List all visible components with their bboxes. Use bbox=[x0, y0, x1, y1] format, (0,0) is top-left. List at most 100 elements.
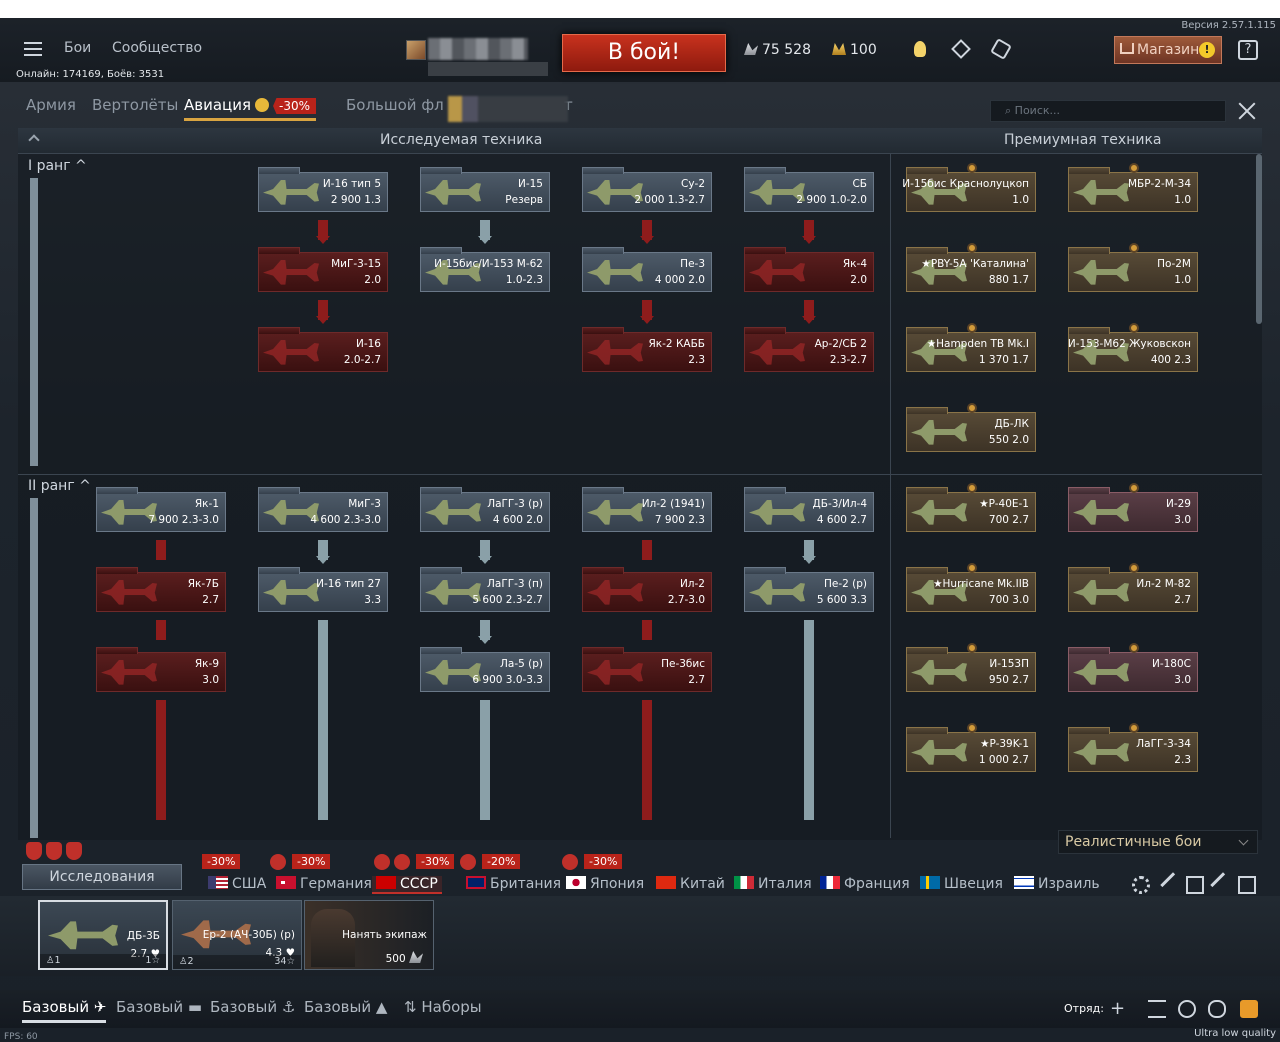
tab-helicopters[interactable]: Вертолёты bbox=[92, 96, 178, 114]
search-input[interactable]: ⌕ Поиск... bbox=[990, 100, 1226, 122]
vehicle-card[interactable]: ★P-39K-1 1 000 2.7 bbox=[906, 723, 1036, 772]
mail-icon[interactable] bbox=[1240, 1000, 1258, 1018]
nation-label: Италия bbox=[758, 876, 812, 892]
vehicle-card[interactable]: Пе-3 4 000 2.0 bbox=[582, 247, 712, 292]
nation-japan[interactable]: Япония bbox=[566, 876, 644, 892]
silver-balance[interactable]: 75 528 bbox=[744, 42, 811, 58]
vehicle-name: И-15бис/И-153 М-62 bbox=[434, 258, 543, 270]
vehicle-card[interactable]: Як-9 3.0 bbox=[96, 647, 226, 692]
close-icon[interactable] bbox=[1238, 102, 1256, 120]
vehicle-card[interactable]: Як-2 КАББ 2.3 bbox=[582, 327, 712, 372]
vehicle-card[interactable]: Як-7Б 2.7 bbox=[96, 567, 226, 612]
chat-icon[interactable] bbox=[1208, 1000, 1226, 1018]
tab-fleet[interactable]: Большой фл bbox=[346, 96, 444, 114]
vehicle-card[interactable]: Ил-2 М-82 2.7 bbox=[1068, 563, 1198, 612]
vehicle-card[interactable]: ★Hampden TB Mk.I 1 370 1.7 bbox=[906, 323, 1036, 372]
shop-button[interactable]: Магазин! bbox=[1114, 36, 1222, 64]
preset-ships[interactable]: Базовый ▲ bbox=[304, 998, 387, 1016]
vehicle-card[interactable]: И-15бис/И-153 М-62 1.0-2.3 bbox=[420, 247, 550, 292]
aircraft-icon bbox=[749, 580, 805, 605]
crew-slot[interactable]: ДБ-3Б 2.7 ♥ ♙1 1☆ bbox=[38, 900, 168, 970]
nation-britain[interactable]: Британия bbox=[466, 876, 561, 892]
rank-1-label[interactable]: I ранг ^ bbox=[28, 158, 87, 174]
booster-clock-icon[interactable] bbox=[26, 842, 42, 860]
vehicle-card[interactable]: Су-2 2 000 1.3-2.7 bbox=[582, 167, 712, 212]
vehicle-card[interactable]: ДБ-ЛК 550 2.0 bbox=[906, 403, 1036, 452]
nation-germany[interactable]: Германия bbox=[276, 876, 372, 892]
checkbox-all-icon[interactable] bbox=[1238, 876, 1256, 894]
rank-2-label[interactable]: II ранг ^ bbox=[28, 478, 91, 494]
hire-crew-slot[interactable]: Нанять экипаж 500 bbox=[304, 900, 434, 970]
avatar[interactable] bbox=[406, 40, 426, 60]
nation-france[interactable]: Франция bbox=[820, 876, 910, 892]
vehicle-card[interactable]: СБ 2 900 1.0-2.0 bbox=[744, 167, 874, 212]
tab-army[interactable]: Армия bbox=[26, 96, 76, 114]
nation-italy[interactable]: Италия bbox=[734, 876, 812, 892]
vehicle-card[interactable]: ★Hurricane Mk.IIB 700 3.0 bbox=[906, 563, 1036, 612]
vehicle-card[interactable]: Пе-2 (р) 5 600 3.3 bbox=[744, 567, 874, 612]
booster-percent-icon[interactable] bbox=[66, 842, 82, 860]
preset-aviation[interactable]: Базовый ✈ bbox=[22, 998, 107, 1023]
vehicle-card[interactable]: МиГ-3 4 600 2.3-3.0 bbox=[258, 487, 388, 532]
game-mode-select[interactable]: Реалистичные бои bbox=[1058, 830, 1258, 854]
vehicle-card[interactable]: И-153П 950 2.7 bbox=[906, 643, 1036, 692]
vehicle-card[interactable]: Як-1 7 900 2.3-3.0 bbox=[96, 487, 226, 532]
bulb-icon[interactable] bbox=[914, 41, 926, 57]
vehicle-card[interactable]: ДБ-3/Ил-4 4 600 2.7 bbox=[744, 487, 874, 532]
vehicle-name: МиГ-3-15 bbox=[331, 258, 381, 270]
fps-counter: FPS: 60 bbox=[4, 1032, 38, 1042]
add-icon[interactable]: + bbox=[1110, 1000, 1128, 1018]
vehicle-card[interactable]: По-2М 1.0 bbox=[1068, 243, 1198, 292]
preset-tanks[interactable]: Базовый ▬ bbox=[116, 998, 202, 1016]
vehicle-card[interactable]: И-180С 3.0 bbox=[1068, 643, 1198, 692]
vehicle-card[interactable]: Ил-2 (1941) 7 900 2.3 bbox=[582, 487, 712, 532]
vehicle-card[interactable]: Як-4 2.0 bbox=[744, 247, 874, 292]
vehicle-stats: Резерв bbox=[505, 194, 543, 206]
vehicle-card[interactable]: И-15бис Краснолуцкоп 1.0 bbox=[902, 163, 1036, 212]
presets-sets[interactable]: ⇅ Наборы bbox=[404, 998, 482, 1016]
help-button[interactable]: ? bbox=[1238, 40, 1258, 60]
vehicle-card[interactable]: ★PBY-5A 'Каталина' 880 1.7 bbox=[906, 243, 1036, 292]
vehicle-card[interactable]: И-16 тип 27 3.3 bbox=[258, 567, 388, 612]
vehicle-card[interactable]: Ла-5 (р) 6 900 3.0-3.3 bbox=[420, 647, 550, 692]
vehicle-card[interactable]: И-153-М62 Жуковскон 400 2.3 bbox=[1068, 323, 1198, 372]
vehicle-card[interactable]: И-29 3.0 bbox=[1068, 483, 1198, 532]
nation-israel[interactable]: Израиль bbox=[1014, 876, 1100, 892]
vehicle-stats: 2.3 bbox=[688, 354, 705, 366]
preset-helicopters[interactable]: Базовый ⚓ bbox=[210, 998, 295, 1016]
tab-aviation[interactable]: Авиация -30% bbox=[184, 96, 317, 121]
to-battle-button[interactable]: В бой! bbox=[562, 34, 726, 72]
premium-icon bbox=[1129, 563, 1139, 573]
premium-icon bbox=[1129, 323, 1139, 333]
vehicle-card[interactable]: И-15 Резерв bbox=[420, 167, 550, 212]
checkbox-icon[interactable] bbox=[1186, 876, 1204, 894]
vehicle-card[interactable]: И-16 тип 5 2 900 1.3 bbox=[258, 167, 388, 212]
list-icon[interactable] bbox=[1148, 1000, 1166, 1018]
vehicle-card[interactable]: ★P-40E-1 700 2.7 bbox=[906, 483, 1036, 532]
vehicle-card[interactable]: ЛаГГ-3 (п) 5 600 2.3-2.7 bbox=[420, 567, 550, 612]
nation-ussr[interactable]: СССР bbox=[372, 876, 442, 894]
vehicle-card[interactable]: МиГ-3-15 2.0 bbox=[258, 247, 388, 292]
tree-link bbox=[642, 620, 652, 640]
vehicle-card[interactable]: ЛаГГ-3 (р) 4 600 2.0 bbox=[420, 487, 550, 532]
nav-community[interactable]: Сообщество bbox=[112, 40, 202, 56]
booster-list-icon[interactable] bbox=[46, 842, 62, 860]
friends-icon[interactable] bbox=[1178, 1000, 1196, 1018]
vehicle-card[interactable]: Ар-2/СБ 2 2.3-2.7 bbox=[744, 327, 874, 372]
gear-icon[interactable] bbox=[1132, 876, 1150, 894]
vehicle-card[interactable]: Пе-3бис 2.7 bbox=[582, 647, 712, 692]
vehicle-card[interactable]: Ил-2 2.7-3.0 bbox=[582, 567, 712, 612]
vehicle-card[interactable]: МБР-2-М-34 1.0 bbox=[1068, 163, 1198, 212]
crew-level: 1☆ bbox=[145, 955, 160, 966]
tree-scrollbar[interactable] bbox=[1256, 154, 1262, 324]
nation-usa[interactable]: США bbox=[208, 876, 266, 892]
player-nickname[interactable] bbox=[428, 38, 528, 60]
nation-china[interactable]: Китай bbox=[656, 876, 725, 892]
menu-icon[interactable] bbox=[24, 42, 42, 56]
nav-battles[interactable]: Бои bbox=[64, 40, 91, 56]
crew-slot[interactable]: Ер-2 (АЧ-30Б) (р) 4.3 ♥ ♙2 34☆ bbox=[172, 900, 302, 970]
gold-balance[interactable]: 100 bbox=[832, 42, 877, 58]
vehicle-card[interactable]: И-16 2.0-2.7 bbox=[258, 327, 388, 372]
vehicle-card[interactable]: ЛаГГ-3-34 2.3 bbox=[1068, 723, 1198, 772]
nation-sweden[interactable]: Швеция bbox=[920, 876, 1003, 892]
